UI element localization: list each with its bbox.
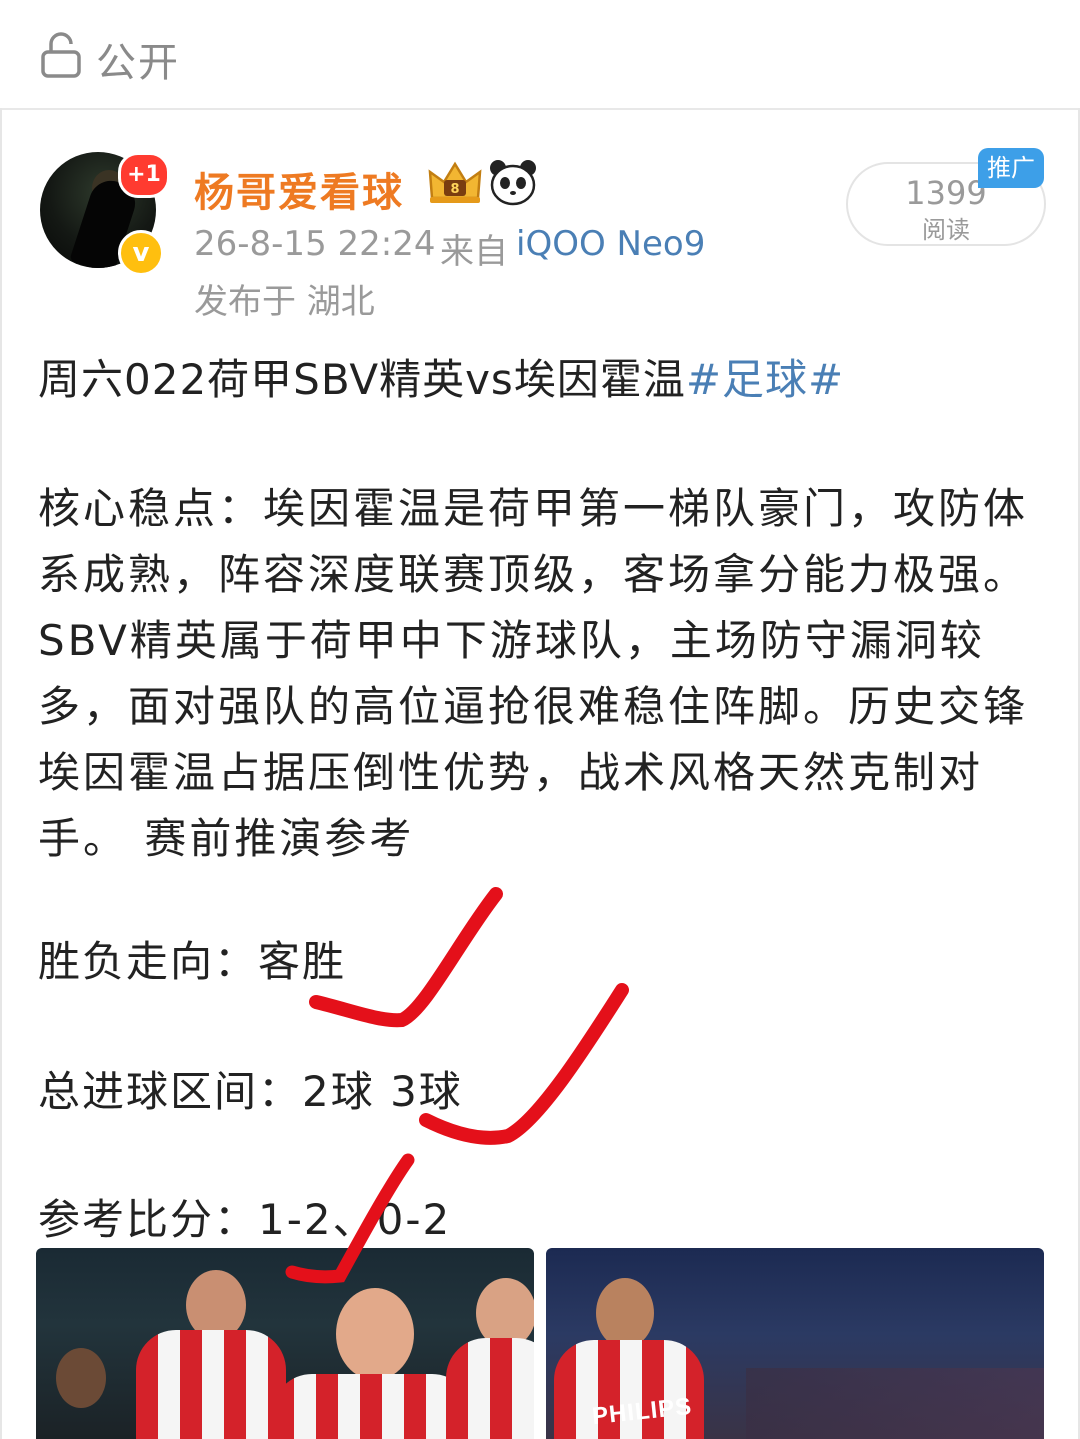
panda-icon <box>490 160 536 206</box>
player-head <box>336 1288 414 1380</box>
left-border <box>0 108 2 1439</box>
post-title: 周六022荷甲SBV精英vs埃因霍温#足球# <box>38 346 844 407</box>
post-timestamp: 26-8-15 22:24 <box>194 224 436 264</box>
goals-line: 总进球区间：2球 3球 <box>38 1067 463 1116</box>
svg-text:8: 8 <box>450 182 459 197</box>
crown-vip-icon: 8 <box>428 161 482 203</box>
privacy-bar[interactable]: 公开 <box>0 0 1080 110</box>
player-shirt <box>272 1374 472 1439</box>
player-head <box>56 1348 106 1408</box>
score-line: 参考比分：1-2、0-2 <box>38 1195 452 1244</box>
source-device-link[interactable]: iQOO Neo9 <box>516 224 705 264</box>
player-shirt <box>136 1330 286 1439</box>
promo-badge[interactable]: 推广 <box>978 148 1044 188</box>
hashtag-link[interactable]: #足球# <box>686 355 844 404</box>
post-image-2[interactable]: PHILIPS <box>546 1248 1044 1439</box>
analysis-paragraph: 核心稳点：埃因霍温是荷甲第一梯队豪门，攻防体系成熟，阵容深度联赛顶级，客场拿分能… <box>38 484 1029 863</box>
player-head <box>596 1278 654 1348</box>
post-location: 发布于 湖北 <box>194 282 375 322</box>
source-prefix: 来自 <box>440 232 508 272</box>
post-title-text: 周六022荷甲SBV精英vs埃因霍温 <box>38 355 686 404</box>
lock-open-icon <box>41 32 81 78</box>
read-label: 阅读 <box>922 216 970 244</box>
player-shirt <box>446 1338 534 1439</box>
privacy-label: 公开 <box>96 40 180 86</box>
plus-one-badge: +1 <box>118 152 170 198</box>
verified-badge: v <box>118 230 164 276</box>
post-image-1[interactable] <box>36 1248 534 1439</box>
result-line: 胜负走向：客胜 <box>38 937 347 986</box>
crowd <box>746 1368 1044 1439</box>
author-name[interactable]: 杨哥爱看球 <box>194 160 404 218</box>
